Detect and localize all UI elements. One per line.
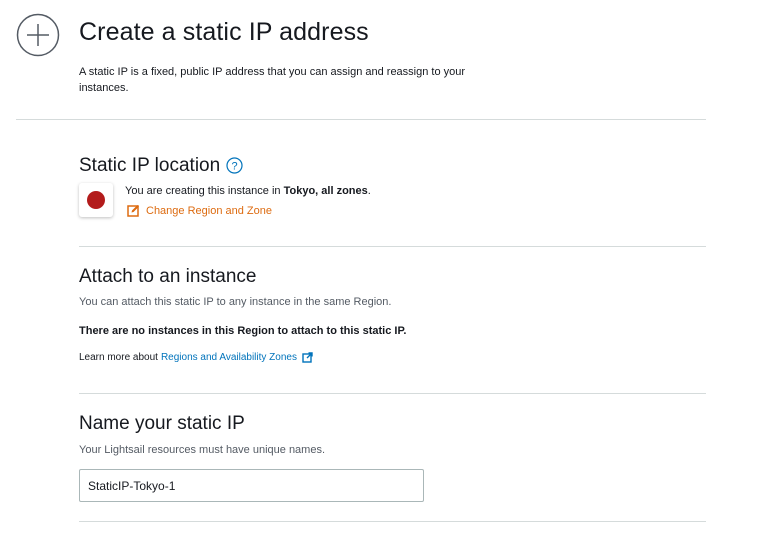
change-region-link[interactable]: Change Region and Zone [127,204,272,217]
external-link-icon[interactable] [302,352,313,363]
static-ip-name-input[interactable] [79,469,424,502]
attach-section-description: You can attach this static IP to any ins… [79,296,392,308]
help-icon[interactable]: ? [226,157,243,174]
learn-more-row: Learn more about Regions and Availabilit… [79,352,313,363]
divider [79,246,706,247]
page-description: A static IP is a fixed, public IP addres… [79,66,466,94]
location-text: You are creating this instance in Tokyo,… [125,185,371,197]
divider [79,521,706,522]
location-text-suffix: . [367,185,371,197]
change-region-label: Change Region and Zone [146,204,272,217]
location-text-prefix: You are creating this instance in [125,185,284,197]
divider [79,393,706,394]
location-section-title: Static IP location [79,155,221,176]
no-instances-notice: There are no instances in this Region to… [79,325,407,337]
region-flag [79,183,113,217]
regions-zones-link[interactable]: Regions and Availability Zones [161,352,297,363]
location-region: Tokyo, all zones [283,185,368,197]
attach-section-title: Attach to an instance [79,266,257,287]
japan-flag-icon [87,191,105,209]
page-title: Create a static IP address [79,18,369,46]
name-section-title: Name your static IP [79,413,245,434]
learn-more-prefix: Learn more about [79,352,158,363]
edit-icon [127,205,139,217]
svg-text:?: ? [231,161,237,173]
name-section-description: Your Lightsail resources must have uniqu… [79,444,326,456]
divider [16,119,706,120]
plus-circle-icon [16,13,60,57]
